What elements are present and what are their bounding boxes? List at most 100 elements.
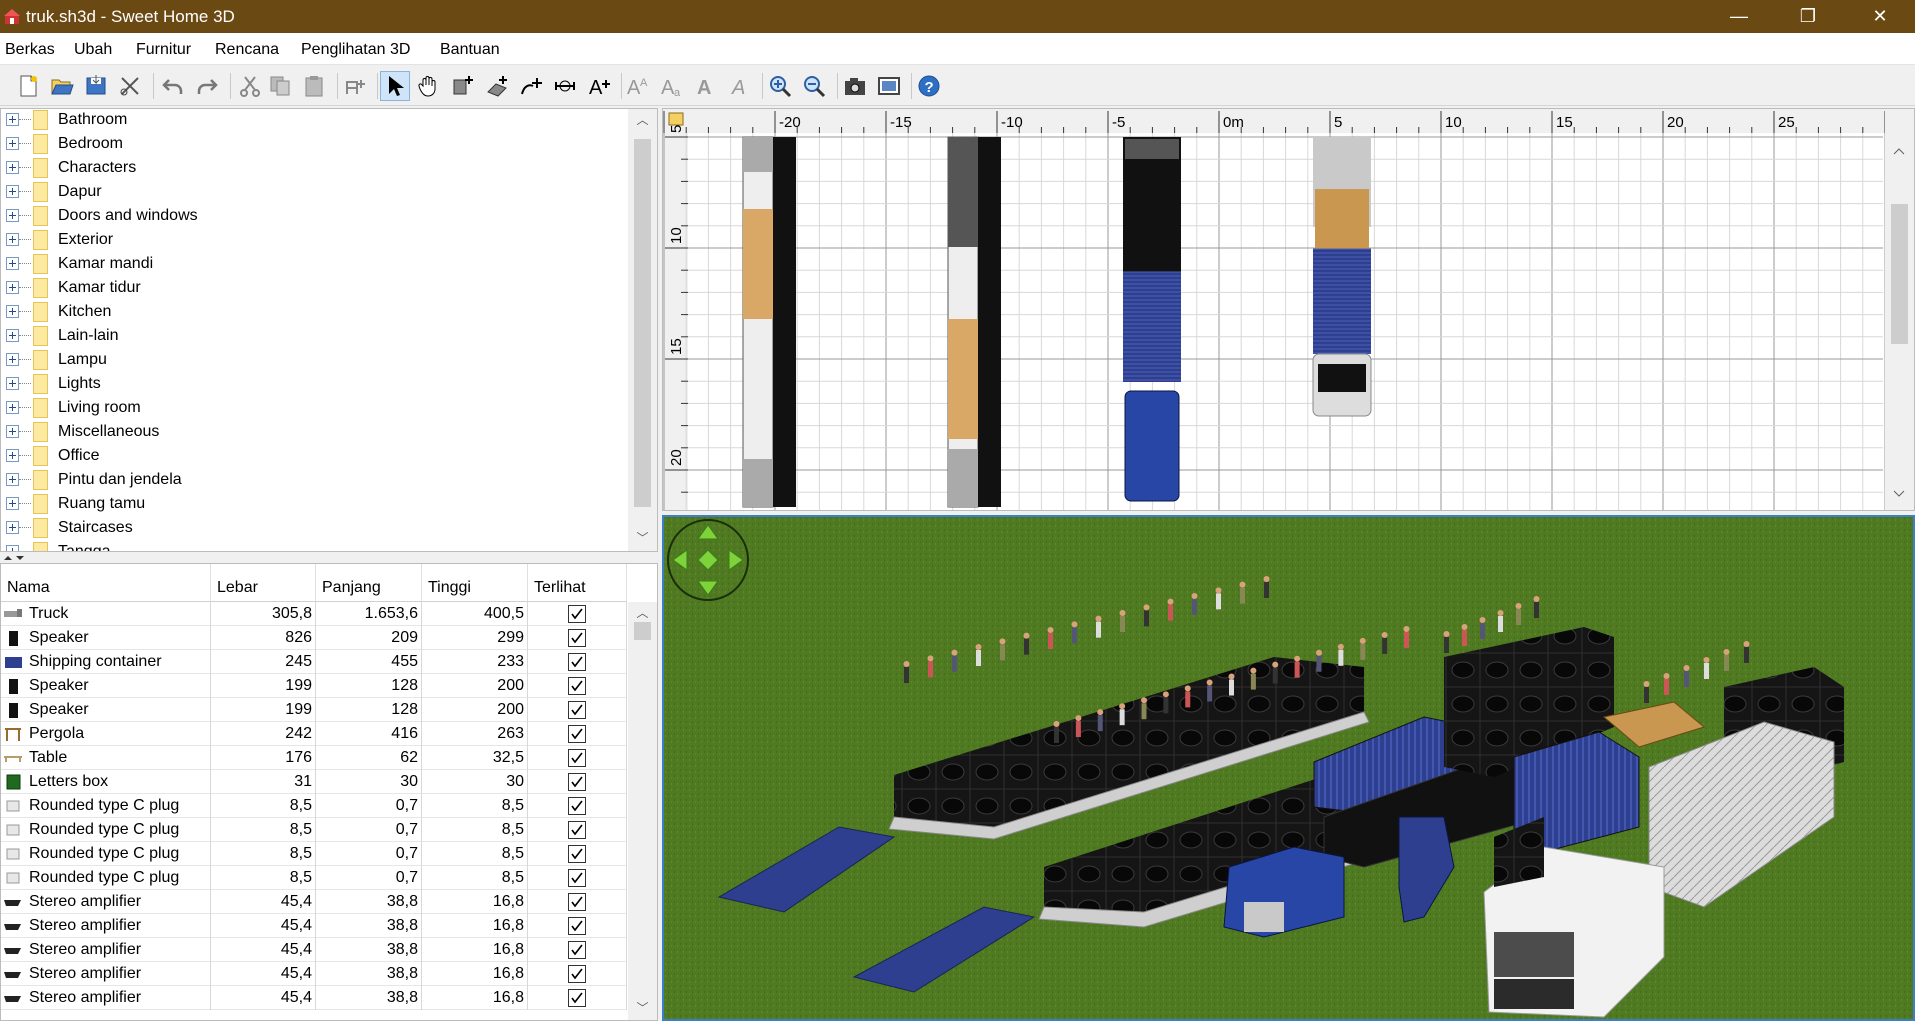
- horizontal-splitter-left[interactable]: [0, 552, 658, 563]
- minimize-button[interactable]: —: [1710, 0, 1768, 33]
- create-polylines-button[interactable]: [516, 71, 546, 101]
- visible-checkbox[interactable]: [568, 845, 586, 863]
- menu-berkas[interactable]: Berkas: [5, 41, 55, 59]
- catalog-category[interactable]: Ruang tamu: [1, 492, 626, 516]
- plan-view[interactable]: -20 -15 -10 -5 0m 5 10 15 20 25 5 10 15 20: [662, 108, 1915, 511]
- catalog-category[interactable]: Characters: [1, 156, 626, 180]
- navigation-arrows[interactable]: [667, 519, 749, 601]
- zoom-out-button[interactable]: [799, 71, 829, 101]
- catalog-category[interactable]: Exterior: [1, 228, 626, 252]
- catalog-category[interactable]: Doors and windows: [1, 204, 626, 228]
- expand-plus-icon[interactable]: [6, 233, 19, 246]
- catalog-category[interactable]: Lights: [1, 372, 626, 396]
- visible-checkbox[interactable]: [568, 701, 586, 719]
- expand-plus-icon[interactable]: [6, 161, 19, 174]
- add-text-button[interactable]: A: [584, 71, 614, 101]
- 3d-scene[interactable]: [664, 517, 1913, 1019]
- increase-text-size-button[interactable]: AA: [623, 71, 653, 101]
- expand-plus-icon[interactable]: [6, 281, 19, 294]
- column-header-visible[interactable]: Terlihat: [528, 564, 627, 602]
- pan-mode-button[interactable]: [414, 71, 444, 101]
- catalog-category[interactable]: Lain-lain: [1, 324, 626, 348]
- expand-plus-icon[interactable]: [6, 257, 19, 270]
- furniture-row[interactable]: Speaker 826 209 299: [1, 626, 627, 650]
- catalog-category[interactable]: Pintu dan jendela: [1, 468, 626, 492]
- furniture-row[interactable]: Stereo amplifier 45,4 38,8 16,8: [1, 914, 627, 938]
- visible-checkbox[interactable]: [568, 917, 586, 935]
- catalog-category[interactable]: Kamar mandi: [1, 252, 626, 276]
- catalog-category[interactable]: Dapur: [1, 180, 626, 204]
- save-button[interactable]: [81, 71, 111, 101]
- visible-checkbox[interactable]: [568, 773, 586, 791]
- expand-plus-icon[interactable]: [6, 185, 19, 198]
- column-header-width[interactable]: Lebar: [211, 564, 316, 602]
- preferences-button[interactable]: [115, 71, 145, 101]
- zoom-in-button[interactable]: [765, 71, 795, 101]
- expand-plus-icon[interactable]: [6, 449, 19, 462]
- open-button[interactable]: [47, 71, 77, 101]
- restore-button[interactable]: ❐: [1779, 0, 1837, 33]
- catalog-scrollbar-thumb[interactable]: [634, 139, 651, 507]
- furniture-row[interactable]: Rounded type C plug 8,5 0,7 8,5: [1, 842, 627, 866]
- add-furniture-button[interactable]: [340, 71, 370, 101]
- expand-plus-icon[interactable]: [6, 473, 19, 486]
- plan-canvas[interactable]: -20 -15 -10 -5 0m 5 10 15 20 25 5 10 15 20: [663, 109, 1914, 510]
- menu-penglihatan-3d[interactable]: Penglihatan 3D: [301, 41, 410, 59]
- furniture-row[interactable]: Stereo amplifier 45,4 38,8 16,8: [1, 890, 627, 914]
- catalog-category[interactable]: Kamar tidur: [1, 276, 626, 300]
- visible-checkbox[interactable]: [568, 989, 586, 1007]
- close-button[interactable]: ✕: [1851, 0, 1909, 33]
- expand-plus-icon[interactable]: [6, 425, 19, 438]
- visible-checkbox[interactable]: [568, 893, 586, 911]
- catalog-scrollbar[interactable]: ︿ ﹀: [628, 109, 657, 551]
- 3d-view[interactable]: [662, 515, 1915, 1021]
- create-photo-button[interactable]: [840, 71, 870, 101]
- furniture-row[interactable]: Table 176 62 32,5: [1, 746, 627, 770]
- expand-plus-icon[interactable]: [6, 401, 19, 414]
- select-mode-button[interactable]: [380, 71, 410, 101]
- furniture-row[interactable]: Stereo amplifier 45,4 38,8 16,8: [1, 962, 627, 986]
- column-header-name[interactable]: Nama: [1, 564, 211, 602]
- furniture-row[interactable]: Truck 305,8 1.653,6 400,5: [1, 602, 627, 626]
- expand-plus-icon[interactable]: [6, 545, 19, 551]
- scroll-up-icon[interactable]: ︿: [634, 605, 651, 622]
- visible-checkbox[interactable]: [568, 629, 586, 647]
- create-rooms-button[interactable]: [448, 71, 478, 101]
- catalog-category[interactable]: Miscellaneous: [1, 420, 626, 444]
- decrease-text-size-button[interactable]: Aa: [657, 71, 687, 101]
- cut-button[interactable]: [235, 71, 265, 101]
- visible-checkbox[interactable]: [568, 821, 586, 839]
- visible-checkbox[interactable]: [568, 941, 586, 959]
- visible-checkbox[interactable]: [568, 725, 586, 743]
- visible-checkbox[interactable]: [568, 605, 586, 623]
- furniture-row[interactable]: Speaker 199 128 200: [1, 698, 627, 722]
- help-button[interactable]: ?: [914, 71, 944, 101]
- expand-plus-icon[interactable]: [6, 329, 19, 342]
- redo-button[interactable]: [192, 71, 222, 101]
- expand-plus-icon[interactable]: [6, 305, 19, 318]
- expand-plus-icon[interactable]: [6, 353, 19, 366]
- splitter-arrows-icon[interactable]: [2, 554, 26, 562]
- expand-plus-icon[interactable]: [6, 209, 19, 222]
- italic-text-button[interactable]: A: [725, 71, 755, 101]
- menu-furnitur[interactable]: Furnitur: [136, 41, 191, 59]
- create-dimensions-button[interactable]: [550, 71, 580, 101]
- furniture-row[interactable]: Speaker 199 128 200: [1, 674, 627, 698]
- furniture-scrollbar-thumb[interactable]: [634, 622, 651, 640]
- expand-plus-icon[interactable]: [6, 377, 19, 390]
- paste-button[interactable]: [299, 71, 329, 101]
- visible-checkbox[interactable]: [568, 677, 586, 695]
- menu-ubah[interactable]: Ubah: [74, 41, 112, 59]
- catalog-category[interactable]: Bedroom: [1, 132, 626, 156]
- furniture-row[interactable]: Rounded type C plug 8,5 0,7 8,5: [1, 794, 627, 818]
- new-home-button[interactable]: [13, 71, 43, 101]
- expand-plus-icon[interactable]: [6, 113, 19, 126]
- copy-button[interactable]: [265, 71, 295, 101]
- furniture-row[interactable]: Rounded type C plug 8,5 0,7 8,5: [1, 818, 627, 842]
- expand-plus-icon[interactable]: [6, 137, 19, 150]
- scroll-up-icon[interactable]: ︿: [634, 112, 651, 129]
- visible-checkbox[interactable]: [568, 653, 586, 671]
- expand-plus-icon[interactable]: [6, 521, 19, 534]
- visible-checkbox[interactable]: [568, 797, 586, 815]
- visible-checkbox[interactable]: [568, 869, 586, 887]
